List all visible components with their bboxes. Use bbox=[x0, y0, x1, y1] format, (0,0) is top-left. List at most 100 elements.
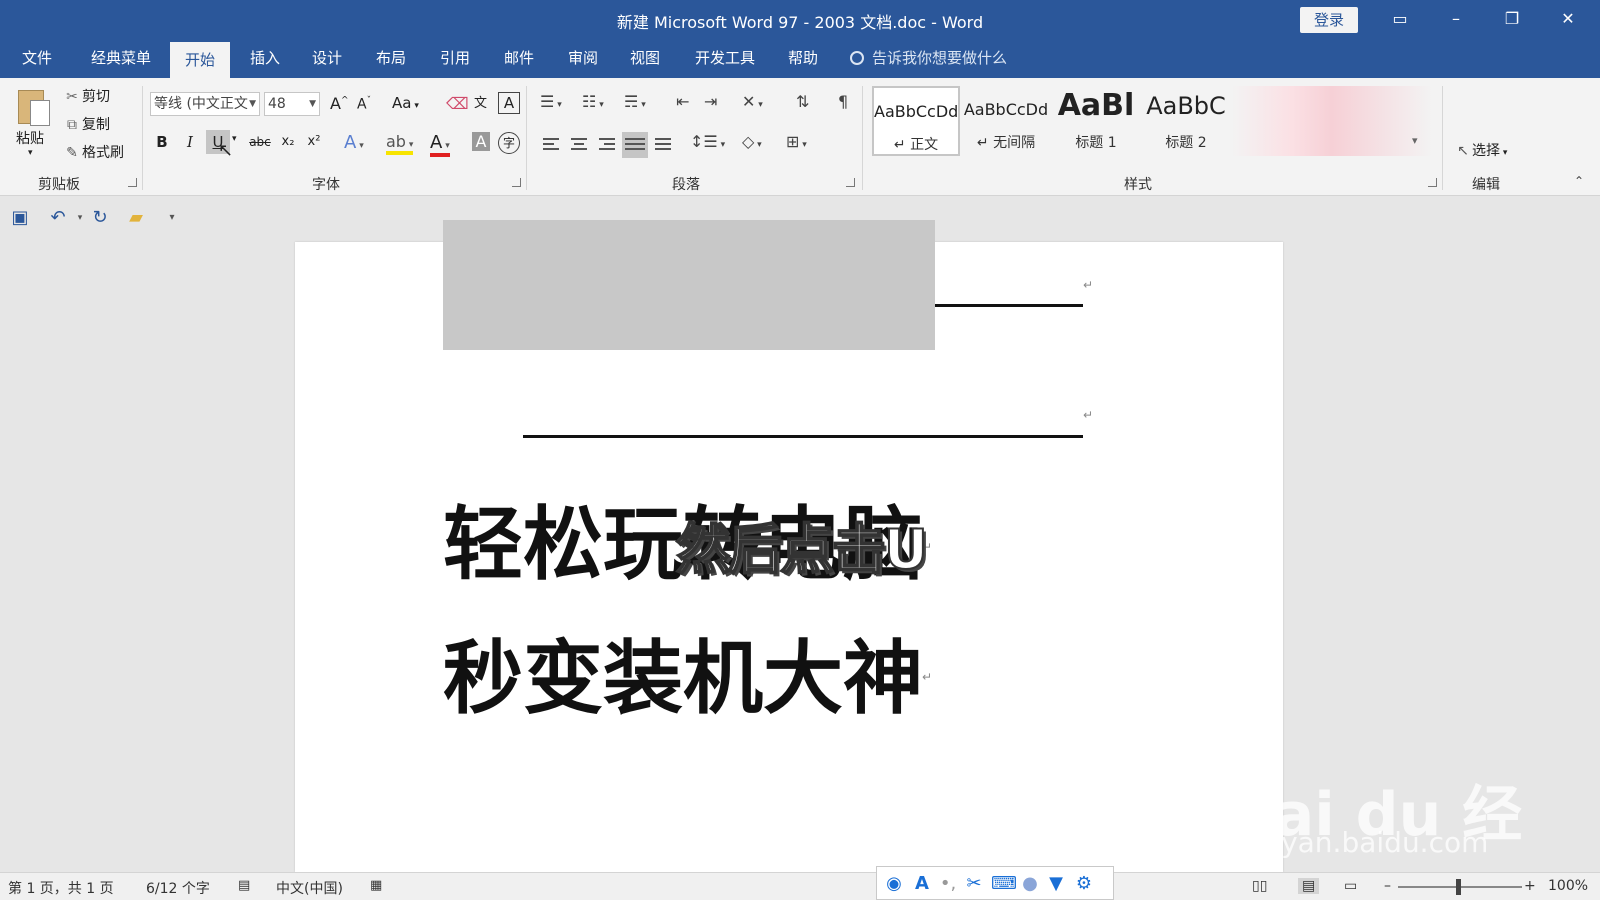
customize-qat-icon[interactable]: ▾ bbox=[160, 206, 184, 230]
tab-design[interactable]: 设计 bbox=[300, 38, 354, 78]
document-line-2[interactable]: 秒变装机大神 bbox=[443, 614, 923, 730]
zoom-in-button[interactable]: + bbox=[1524, 878, 1536, 894]
web-layout-icon[interactable]: ▭ bbox=[1344, 878, 1357, 894]
word-count[interactable]: 6/12 个字 bbox=[146, 878, 210, 898]
paste-icon[interactable] bbox=[14, 86, 54, 130]
ime-settings-icon[interactable]: ⚙ bbox=[1073, 873, 1095, 895]
bullets-icon[interactable]: ☰ ▾ bbox=[540, 92, 562, 111]
styles-launcher-icon[interactable] bbox=[1428, 178, 1437, 187]
shrink-font-icon[interactable]: Aˇ bbox=[357, 96, 371, 113]
ime-user-icon[interactable]: ● bbox=[1019, 873, 1041, 895]
minimize-icon[interactable]: – bbox=[1436, 4, 1476, 34]
enclose-character-icon[interactable]: 字 bbox=[498, 132, 520, 154]
ime-logo-icon[interactable]: ◉ bbox=[883, 873, 905, 895]
character-border-icon[interactable]: A bbox=[498, 92, 520, 114]
style-heading-2[interactable]: AaBbC 标题 2 bbox=[1142, 86, 1230, 156]
superscript-button[interactable]: x² bbox=[302, 130, 326, 154]
font-color-icon[interactable]: A ▾ bbox=[430, 132, 450, 157]
tab-file[interactable]: 文件 bbox=[10, 38, 64, 78]
zoom-out-button[interactable]: – bbox=[1384, 878, 1391, 894]
multilevel-list-icon[interactable]: ☴ ▾ bbox=[624, 92, 646, 111]
font-size-select[interactable]: 48 ▼ bbox=[264, 92, 320, 116]
paragraph-launcher-icon[interactable] bbox=[846, 178, 855, 187]
sort-icon[interactable]: ⇅ bbox=[796, 92, 809, 111]
ime-language-icon[interactable]: A bbox=[911, 873, 933, 895]
page-count[interactable]: 第 1 页，共 1 页 bbox=[8, 878, 114, 898]
phonetic-guide-icon[interactable]: 文 bbox=[474, 92, 487, 111]
undo-icon[interactable]: ↶ bbox=[46, 206, 70, 230]
zoom-level[interactable]: 100% bbox=[1548, 878, 1588, 894]
character-shading-icon[interactable]: A bbox=[472, 132, 490, 151]
clear-formatting-icon[interactable]: ⌫ bbox=[446, 94, 469, 113]
ime-scissors-icon[interactable]: ✂ bbox=[963, 873, 985, 895]
login-button[interactable]: 登录 bbox=[1300, 7, 1358, 33]
restore-icon[interactable]: ❐ bbox=[1492, 4, 1532, 34]
ime-keyboard-icon[interactable]: ⌨ bbox=[991, 873, 1017, 895]
tab-references[interactable]: 引用 bbox=[428, 38, 482, 78]
align-center-icon[interactable] bbox=[568, 134, 590, 156]
tab-layout[interactable]: 布局 bbox=[364, 38, 418, 78]
tab-home[interactable]: 开始 bbox=[170, 42, 230, 78]
subscript-button[interactable]: x₂ bbox=[276, 130, 300, 154]
collapse-ribbon-icon[interactable]: ⌃ bbox=[1574, 174, 1584, 188]
language-indicator[interactable]: 中文(中国) bbox=[276, 878, 343, 898]
decrease-indent-icon[interactable]: ⇤ bbox=[676, 92, 689, 111]
italic-button[interactable]: I bbox=[178, 130, 202, 154]
line-spacing-icon[interactable]: ↕☰ ▾ bbox=[690, 132, 725, 151]
tab-classic-menu[interactable]: 经典菜单 bbox=[82, 38, 160, 78]
tab-insert[interactable]: 插入 bbox=[238, 38, 292, 78]
strikethrough-button[interactable]: abc bbox=[248, 130, 272, 154]
tab-developer[interactable]: 开发工具 bbox=[686, 38, 764, 78]
cut-button[interactable]: ✂ 剪切 bbox=[62, 86, 110, 106]
tab-help[interactable]: 帮助 bbox=[776, 38, 830, 78]
align-right-icon[interactable] bbox=[596, 134, 618, 156]
font-name-select[interactable]: 等线 (中文正文 ▼ bbox=[150, 92, 260, 116]
print-layout-icon[interactable]: ▤ bbox=[1298, 878, 1320, 894]
select-button[interactable]: ↖ 选择 ▾ bbox=[1454, 140, 1507, 160]
numbering-icon[interactable]: ☷ ▾ bbox=[582, 92, 604, 111]
justify-icon[interactable] bbox=[622, 132, 648, 158]
style-heading-1[interactable]: AaBl 标题 1 bbox=[1052, 86, 1140, 156]
text-effects-icon[interactable]: A ▾ bbox=[344, 132, 364, 153]
ime-skin-icon[interactable]: ▼ bbox=[1045, 873, 1067, 895]
show-marks-icon[interactable]: ¶ bbox=[838, 92, 848, 111]
paste-button[interactable]: 粘贴 bbox=[16, 128, 44, 148]
copy-button[interactable]: ⧉ 复制 bbox=[62, 114, 110, 134]
styles-more-icon[interactable]: ▾ bbox=[1412, 134, 1418, 147]
ribbon-display-options-icon[interactable]: ▭ bbox=[1380, 4, 1420, 34]
open-folder-icon[interactable]: ▰ bbox=[124, 206, 148, 230]
tab-mailings[interactable]: 邮件 bbox=[492, 38, 546, 78]
format-painter-button[interactable]: ✎ 格式刷 bbox=[62, 142, 124, 162]
paste-dropdown-icon[interactable]: ▾ bbox=[28, 148, 33, 158]
redo-icon[interactable]: ↻ bbox=[88, 206, 112, 230]
align-left-icon[interactable] bbox=[540, 134, 562, 156]
tell-me-box[interactable]: 告诉我你想要做什么 bbox=[850, 38, 1007, 78]
copy-icon: ⧉ bbox=[67, 117, 77, 133]
read-mode-icon[interactable]: ▯▯ bbox=[1252, 878, 1267, 894]
style-no-spacing[interactable]: AaBbCcDd ↵ 无间隔 bbox=[962, 86, 1050, 156]
tab-review[interactable]: 审阅 bbox=[556, 38, 610, 78]
chinese-layout-icon[interactable]: ✕ ▾ bbox=[742, 92, 763, 111]
style-normal[interactable]: AaBbCcDd ↵ 正文 bbox=[872, 86, 960, 156]
increase-indent-icon[interactable]: ⇥ bbox=[704, 92, 717, 111]
tab-view[interactable]: 视图 bbox=[618, 38, 672, 78]
bold-button[interactable]: B bbox=[150, 130, 174, 154]
clipboard-launcher-icon[interactable] bbox=[128, 178, 137, 187]
zoom-slider-thumb[interactable] bbox=[1456, 879, 1461, 895]
close-icon[interactable]: ✕ bbox=[1548, 4, 1588, 34]
font-launcher-icon[interactable] bbox=[512, 178, 521, 187]
grow-font-icon[interactable]: A^ bbox=[330, 94, 349, 113]
change-case-button[interactable]: Aa ▾ bbox=[392, 94, 419, 112]
macro-icon[interactable]: ▦ bbox=[370, 878, 382, 893]
cursor-icon: ↖ bbox=[218, 140, 234, 161]
ime-punctuation-icon[interactable]: •, bbox=[937, 873, 959, 895]
styles-blurred-area bbox=[1232, 86, 1432, 156]
proofing-icon[interactable]: ▤ bbox=[238, 878, 250, 893]
chevron-down-icon: ▼ bbox=[309, 99, 316, 109]
styles-group-label: 样式 bbox=[1124, 177, 1152, 193]
highlight-icon[interactable]: ab ▾ bbox=[386, 132, 414, 155]
distributed-icon[interactable] bbox=[652, 134, 674, 156]
save-icon[interactable]: ▣ bbox=[8, 206, 32, 230]
borders-icon[interactable]: ⊞ ▾ bbox=[786, 132, 807, 151]
shading-icon[interactable]: ◇ ▾ bbox=[742, 132, 762, 151]
